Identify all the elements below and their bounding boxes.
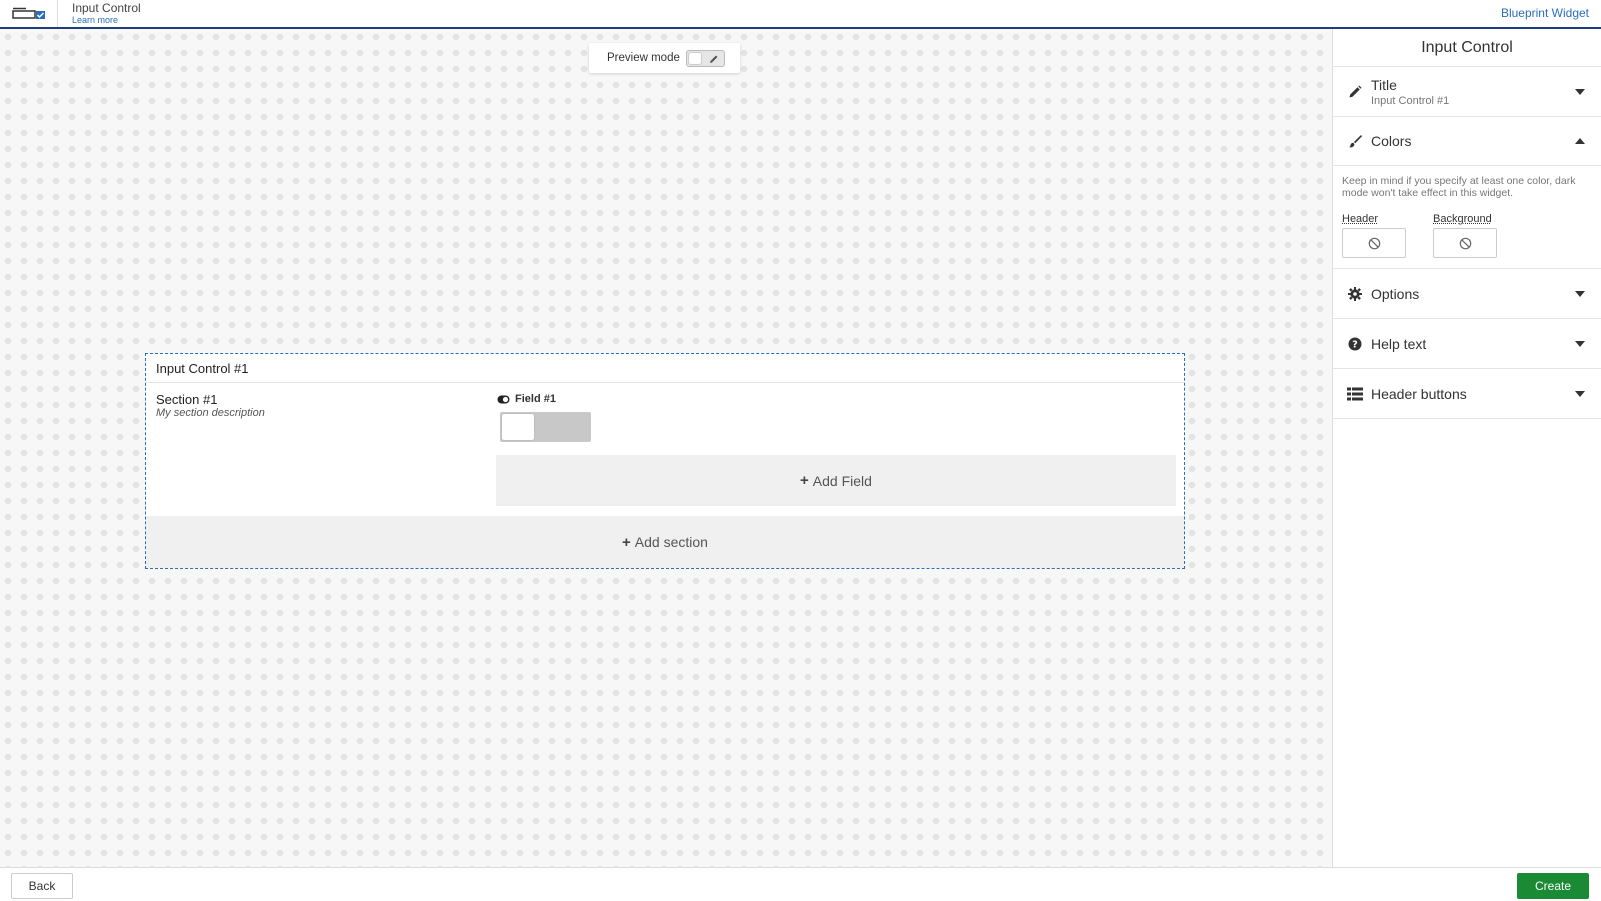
gear-icon xyxy=(1347,286,1363,302)
svg-text:?: ? xyxy=(1352,339,1358,350)
section-title: Section #1 xyxy=(156,392,218,407)
chevron-down-icon xyxy=(1575,390,1585,397)
title-accordion-label: Title xyxy=(1371,76,1397,93)
back-button[interactable]: Back xyxy=(11,873,73,899)
field-toggle-switch[interactable] xyxy=(500,412,591,442)
panel-title: Input Control xyxy=(1333,29,1601,67)
top-bar: Input Control Learn more Blueprint Widge… xyxy=(0,0,1601,29)
background-color-label: Background xyxy=(1433,213,1492,226)
title-accordion-value: Input Control #1 xyxy=(1371,94,1450,107)
colors-accordion-header[interactable]: Colors xyxy=(1333,117,1601,166)
blueprint-widget-link[interactable]: Blueprint Widget xyxy=(1501,6,1589,20)
preview-mode-label: Preview mode xyxy=(607,52,680,64)
plus-icon: + xyxy=(800,472,809,489)
properties-panel: Input Control Title Input Control #1 Col… xyxy=(1332,29,1601,867)
input-control-logo-icon xyxy=(0,0,58,27)
widget-title: Input Control #1 xyxy=(146,354,1184,383)
section-description: My section description xyxy=(156,407,265,419)
section-row: Section #1 My section description Field … xyxy=(146,383,1184,515)
help-text-accordion-label: Help text xyxy=(1371,335,1427,352)
editor-canvas: Preview mode Input Control #1 Section #1… xyxy=(0,29,1332,867)
learn-more-link[interactable]: Learn more xyxy=(72,16,141,25)
chevron-down-icon xyxy=(1575,340,1585,347)
chevron-down-icon xyxy=(1575,290,1585,297)
accordion-options[interactable]: Options xyxy=(1333,269,1601,320)
plus-icon: + xyxy=(622,533,631,551)
no-color-icon xyxy=(1459,237,1471,249)
chevron-down-icon xyxy=(1575,88,1585,95)
preview-mode-toggle[interactable] xyxy=(685,49,725,67)
create-button[interactable]: Create xyxy=(1517,873,1589,899)
accordion-colors: Colors Keep in mind if you specify at le… xyxy=(1333,117,1601,270)
chevron-up-icon xyxy=(1575,138,1585,144)
accordion-help-text[interactable]: ? Help text xyxy=(1333,319,1601,370)
header-color-picker[interactable] xyxy=(1342,228,1406,259)
toggle-knob xyxy=(502,414,534,440)
field-name: Field #1 xyxy=(515,393,556,405)
add-section-button[interactable]: + Add section xyxy=(146,516,1184,568)
list-icon xyxy=(1347,386,1363,402)
app-titles: Input Control Learn more xyxy=(58,2,141,25)
dark-mode-note: Keep in mind if you specify at least one… xyxy=(1342,175,1576,200)
header-buttons-accordion-label: Header buttons xyxy=(1371,385,1467,402)
toggle-knob xyxy=(687,51,702,65)
background-color-picker[interactable] xyxy=(1433,228,1497,259)
color-pickers: Header Background xyxy=(1342,213,1592,259)
toggle-icon xyxy=(497,395,510,403)
no-color-icon xyxy=(1368,237,1380,249)
input-control-widget[interactable]: Input Control #1 Section #1 My section d… xyxy=(145,353,1185,569)
add-field-button[interactable]: + Add Field xyxy=(496,455,1176,506)
header-color-group: Header xyxy=(1342,213,1406,259)
add-section-label: Add section xyxy=(634,534,708,550)
app-title: Input Control xyxy=(72,1,141,15)
pencil-icon xyxy=(1347,84,1363,100)
options-accordion-label: Options xyxy=(1371,285,1420,302)
paint-brush-icon xyxy=(1347,133,1363,149)
question-circle-icon: ? xyxy=(1347,336,1363,352)
accordion-title[interactable]: Title Input Control #1 xyxy=(1333,67,1601,117)
colors-accordion-body: Keep in mind if you specify at least one… xyxy=(1333,166,1601,269)
field-label: Field #1 xyxy=(497,393,556,405)
background-color-group: Background xyxy=(1433,213,1497,259)
pencil-icon xyxy=(709,55,718,63)
add-field-label: Add Field xyxy=(812,472,872,489)
preview-mode-control: Preview mode xyxy=(589,43,740,73)
accordion-header-buttons[interactable]: Header buttons xyxy=(1333,369,1601,420)
header-color-label: Header xyxy=(1342,213,1379,226)
colors-accordion-label: Colors xyxy=(1371,133,1412,149)
footer-bar: Back Create xyxy=(0,867,1601,901)
